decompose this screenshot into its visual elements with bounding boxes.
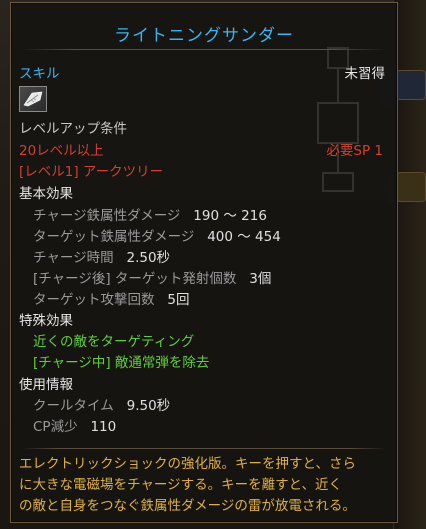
skill-tooltip: ライトニングサンダー スキル 未習得 レベルアップ条件 20レベル以上 必要SP… [10,2,398,523]
title-divider [21,49,387,50]
background-skill-slot [396,70,426,100]
description-line: に大きな電磁場をチャージする。キーを離すと、近く [19,477,343,493]
stat-label: [チャージ後] ターゲット発射個数 [33,271,237,287]
stat-label: ターゲット攻撃回数 [33,292,155,308]
sp-requirement: 必要SP 1 [326,143,383,159]
level-requirement: 20レベル以上 [19,143,104,159]
usage-label: CP減少 [33,419,78,435]
special-effect-heading: 特殊効果 [19,313,73,329]
description-line: エレクトリックショックの強化版。キーを押すと、さら [19,456,356,472]
special-effect-item: [チャージ中] 敵通常弾を除去 [33,355,210,371]
stat-row: ターゲット鉄属性ダメージ 400 ～ 454 [33,225,281,245]
skill-title: ライトニングサンダー [114,26,294,46]
stat-value: 400 ～ 454 [207,229,281,245]
stat-label: チャージ鉄属性ダメージ [33,208,181,224]
stat-value: 190 ～ 216 [193,208,267,224]
skill-feather-icon [19,86,47,112]
basic-effect-heading: 基本効果 [19,186,73,202]
usage-info-heading: 使用情報 [19,377,73,393]
usage-label: クールタイム [33,398,114,414]
skill-description: エレクトリックショックの強化版。キーを押すと、さら に大きな電磁場をチャージする… [19,454,391,517]
stat-row: チャージ鉄属性ダメージ 190 ～ 216 [33,204,267,224]
background-skill-slot [396,172,426,202]
usage-row: クールタイム 9.50秒 [33,394,170,414]
description-divider [21,448,387,449]
stat-row: ターゲット攻撃回数 5回 [33,288,189,308]
tree-requirement: [レベル1] アークツリー [19,164,164,180]
stat-row: チャージ時間 2.50秒 [33,246,170,266]
usage-value: 9.50秒 [126,398,171,414]
stat-label: ターゲット鉄属性ダメージ [33,229,195,245]
usage-row: CP減少 110 [33,415,116,435]
stat-value: 3個 [249,271,272,287]
description-line: の敵と自身をつなぐ鉄属性ダメージの雷が放電される。 [19,498,356,514]
stat-value: 5回 [167,292,190,308]
levelup-heading: レベルアップ条件 [19,121,127,137]
special-effect-item: 近くの敵をターゲティング [33,334,195,350]
stat-label: チャージ時間 [33,250,114,266]
skill-category: スキル [19,66,60,82]
stat-row: [チャージ後] ターゲット発射個数 3個 [33,267,271,287]
learn-status: 未習得 [344,66,386,82]
usage-value: 110 [90,419,117,435]
stat-value: 2.50秒 [126,250,171,266]
